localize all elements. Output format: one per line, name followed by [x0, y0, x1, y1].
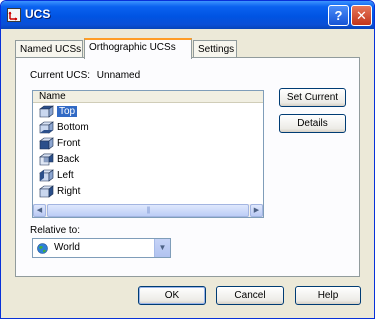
relative-to-label: Relative to: [30, 225, 81, 236]
set-current-button[interactable]: Set Current [279, 88, 346, 107]
column-header-name[interactable]: Name [33, 91, 263, 103]
relative-to-dropdown[interactable]: World ▼ [32, 238, 171, 258]
ok-button[interactable]: OK [138, 286, 206, 305]
list-item-label: Bottom [57, 122, 89, 133]
help-button[interactable]: Help [295, 286, 361, 305]
tab-settings[interactable]: Settings [193, 40, 237, 58]
current-ucs-label: Current UCS: [30, 70, 91, 81]
scroll-right-icon[interactable]: ▶ [250, 204, 263, 217]
list-item-label: Left [57, 170, 74, 181]
list-item-label: Right [57, 186, 81, 197]
cube-back-icon [39, 153, 54, 166]
close-button[interactable]: ✕ [351, 5, 372, 26]
tab-orthographic-ucss[interactable]: Orthographic UCSs [84, 38, 192, 59]
list-item-front[interactable]: Front [33, 136, 263, 151]
list-item-label: Back [57, 154, 80, 165]
window-title: UCS [25, 7, 51, 21]
cube-right-icon [39, 185, 54, 198]
relative-to-value: World [54, 242, 80, 253]
current-ucs-line: Current UCS: Unnamed [30, 70, 140, 81]
orthographic-ucs-list[interactable]: Name Top Bottom Front Back Left Right ◀ … [32, 90, 264, 218]
tab-named-ucss[interactable]: Named UCSs [15, 40, 83, 58]
list-item-back[interactable]: Back [33, 152, 263, 167]
cube-front-icon [39, 137, 54, 150]
scroll-left-icon[interactable]: ◀ [33, 204, 46, 217]
cube-bottom-icon [39, 121, 54, 134]
title-bar[interactable]: UCS ? ✕ [1, 1, 374, 29]
list-item-label: Front [57, 138, 81, 149]
list-item-right[interactable]: Right [33, 184, 263, 199]
list-item-left[interactable]: Left [33, 168, 263, 183]
ucs-dialog: UCS ? ✕ Named UCSs Orthographic UCSs Set… [0, 0, 375, 319]
list-item-top[interactable]: Top [33, 104, 263, 119]
current-ucs-value: Unnamed [96, 70, 141, 81]
globe-icon [37, 243, 48, 254]
cube-top-icon [39, 105, 54, 118]
help-title-button[interactable]: ? [328, 5, 349, 26]
cube-left-icon [39, 169, 54, 182]
horizontal-scrollbar[interactable]: ◀ ||| ▶ [33, 204, 263, 217]
cancel-button[interactable]: Cancel [216, 286, 284, 305]
details-button[interactable]: Details [279, 114, 346, 133]
scroll-thumb[interactable]: ||| [47, 204, 249, 217]
list-item-label: Top [57, 106, 78, 117]
chevron-down-icon[interactable]: ▼ [154, 239, 170, 257]
orthographic-ucss-panel: Current UCS: Unnamed Name Top Bottom Fro… [15, 57, 360, 277]
ucs-app-icon [7, 8, 21, 22]
list-item-bottom[interactable]: Bottom [33, 120, 263, 135]
